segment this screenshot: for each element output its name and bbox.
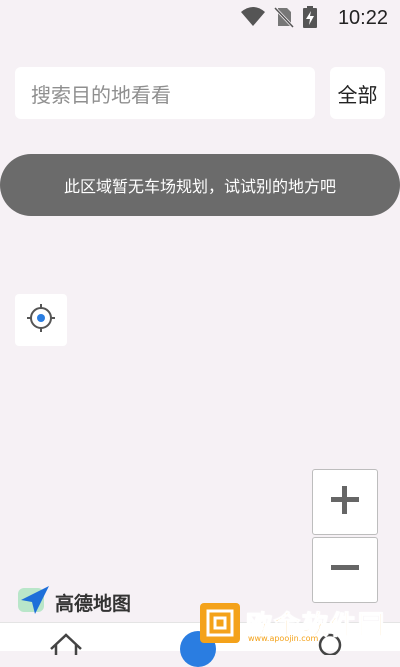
plus-icon [329, 484, 361, 520]
locate-icon [26, 303, 56, 337]
watermark: 欧金软件园 www.apoojin.com [200, 602, 396, 644]
zoom-out-button[interactable] [312, 537, 378, 603]
amap-arrow-icon [17, 584, 51, 620]
locate-button[interactable] [15, 294, 67, 346]
map-logo: 高德地图 [17, 584, 131, 620]
watermark-url: www.apoojin.com [248, 634, 319, 643]
no-sim-icon [274, 6, 294, 28]
battery-charging-icon [302, 6, 318, 28]
status-time: 10:22 [337, 7, 388, 29]
zoom-in-button[interactable] [312, 469, 378, 535]
watermark-logo-icon [200, 603, 240, 643]
status-icons [240, 6, 318, 28]
filter-all-button[interactable]: 全部 [330, 67, 385, 119]
search-input[interactable]: 搜索目的地看看 [15, 67, 315, 119]
status-bar: 10:22 [0, 0, 400, 36]
logo-text: 高德地图 [55, 592, 132, 615]
toast-message: 此区域暂无车场规划，试试别的地方吧 [63, 177, 336, 196]
search-placeholder: 搜索目的地看看 [31, 82, 171, 107]
wifi-icon [240, 6, 266, 28]
home-icon[interactable] [48, 631, 84, 659]
minus-icon [329, 552, 361, 588]
toast-notification: 此区域暂无车场规划，试试别的地方吧 [0, 154, 400, 216]
